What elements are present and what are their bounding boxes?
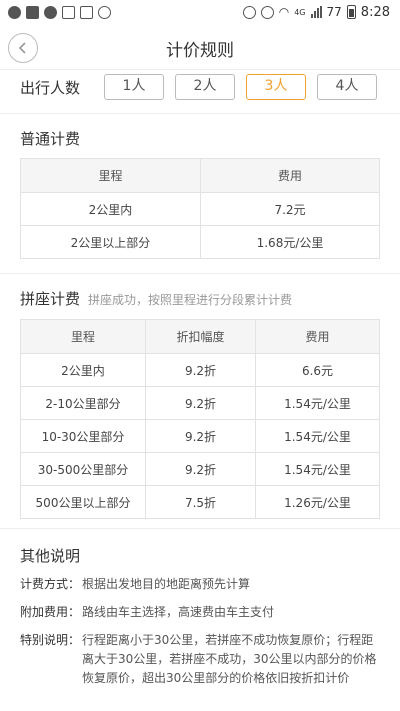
carpool-pricing-title: 拼座计费 拼座成功，按照里程进行分段累计计费 [20,288,292,309]
weibo-icon [8,5,21,19]
table-cell: 1.68元/公里 [200,225,380,259]
nav-header: 计价规则 [0,24,400,70]
table-header-row: 里程 费用 [20,158,380,193]
qq-icon [44,5,57,19]
column-header: 费用 [200,158,380,193]
passenger-count-selector: 出行人数 1人 2人 3人 4人 [20,72,380,102]
table-row: 2公里以上部分 1.68元/公里 [20,225,380,259]
other-notes: 计费方式： 根据出发地目的地距离预先计算 附加费用： 路线由车主选择，高速费由车… [20,575,380,697]
note-item: 附加费用： 路线由车主选择，高速费由车主支付 [20,603,380,622]
table-cell: 10-30公里部分 [20,419,146,453]
table-row: 30-500公里部分 9.2折 1.54元/公里 [20,452,380,486]
normal-pricing-table: 里程 费用 2公里内 7.2元 2公里以上部分 1.68元/公里 [20,158,380,259]
normal-pricing-title: 普通计费 [20,130,81,148]
network-type: 4G [294,7,306,17]
table-header-row: 里程 折扣幅度 费用 [20,319,380,354]
table-cell: 30-500公里部分 [20,452,146,486]
note-label: 计费方式： [20,577,81,591]
table-row: 10-30公里部分 9.2折 1.54元/公里 [20,419,380,453]
signal-icon [310,6,322,18]
divider [0,528,400,529]
status-bar-right: ◠ 4G 77 8:28 [242,4,390,20]
column-header: 折扣幅度 [145,319,256,354]
more-icon [98,5,111,19]
battery-icon [346,5,356,19]
column-header: 费用 [255,319,380,354]
image-icon [62,5,75,19]
table-cell: 9.2折 [145,419,256,453]
status-bar-left [8,5,111,19]
note-text: 路线由车主选择，高速费由车主支付 [82,605,275,619]
divider [0,273,400,274]
table-cell: 6.6元 [255,353,380,387]
table-cell: 1.54元/公里 [255,452,380,486]
passenger-option-2[interactable]: 2人 [175,74,235,100]
other-notes-title: 其他说明 [20,547,81,565]
passenger-option-1[interactable]: 1人 [104,74,164,100]
table-cell: 1.26元/公里 [255,485,380,519]
page-title: 计价规则 [166,41,234,61]
carpool-subtitle: 拼座成功，按照里程进行分段累计计费 [88,293,293,307]
divider [0,113,400,114]
table-cell: 2-10公里部分 [20,386,146,420]
passenger-count-label: 出行人数 [20,78,81,97]
clock: 8:28 [360,4,390,20]
note-label: 特别说明： [20,633,81,647]
note-text: 行程距离小于30公里，若拼座不成功恢复原价；行程距离大于30公里，若拼座不成功，… [82,633,377,685]
note-item: 计费方式： 根据出发地目的地距离预先计算 [20,575,380,594]
table-cell: 2公里内 [20,353,146,387]
table-cell: 500公里以上部分 [20,485,146,519]
alarm-icon [260,5,274,19]
passenger-option-4[interactable]: 4人 [317,74,377,100]
table-row: 2公里内 7.2元 [20,192,380,226]
column-header: 里程 [20,158,201,193]
location-icon [242,5,256,19]
wifi-icon: ◠ [278,5,290,19]
grid-icon [80,5,93,19]
table-row: 2公里内 9.2折 6.6元 [20,353,380,387]
column-header: 里程 [20,319,146,354]
table-cell: 9.2折 [145,386,256,420]
note-text: 根据出发地目的地距离预先计算 [82,577,251,591]
table-cell: 2公里内 [20,192,201,226]
passenger-option-3[interactable]: 3人 [246,74,306,100]
note-item: 特别说明： 行程距离小于30公里，若拼座不成功恢复原价；行程距离大于30公里，若… [20,631,380,688]
table-cell: 2公里以上部分 [20,225,201,259]
news-icon [26,5,39,19]
carpool-title-text: 拼座计费 [20,290,81,308]
table-cell: 9.2折 [145,353,256,387]
table-cell: 7.5折 [145,485,256,519]
note-label: 附加费用： [20,605,81,619]
table-row: 500公里以上部分 7.5折 1.26元/公里 [20,485,380,519]
table-cell: 1.54元/公里 [255,386,380,420]
status-bar: ◠ 4G 77 8:28 [0,0,400,24]
table-row: 2-10公里部分 9.2折 1.54元/公里 [20,386,380,420]
table-cell: 9.2折 [145,452,256,486]
carpool-pricing-table: 里程 折扣幅度 费用 2公里内 9.2折 6.6元 2-10公里部分 9.2折 … [20,319,380,519]
table-cell: 1.54元/公里 [255,419,380,453]
battery-level: 77 [326,5,342,19]
table-cell: 7.2元 [200,192,380,226]
